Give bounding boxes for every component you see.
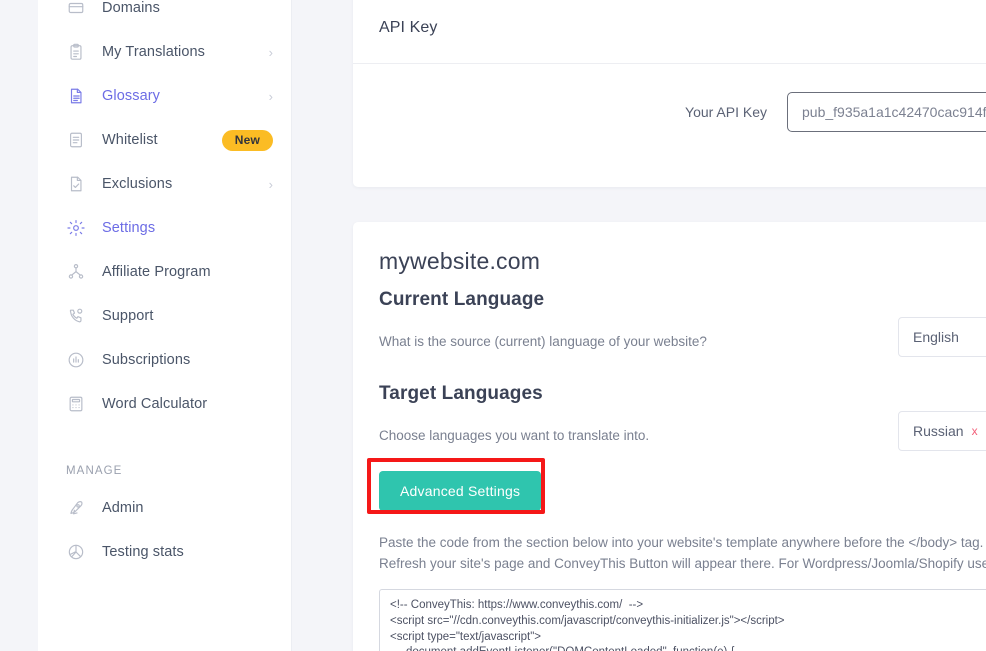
current-language-value: English bbox=[913, 329, 959, 345]
sidebar-item-label: Exclusions bbox=[102, 176, 173, 192]
sidebar-item-testing-stats[interactable]: Testing stats bbox=[38, 530, 291, 574]
sidebar-item-label: Glossary bbox=[102, 88, 161, 104]
sidebar-item-my-translations[interactable]: My Translations › bbox=[38, 30, 291, 74]
sidebar-item-label: Subscriptions bbox=[102, 352, 191, 368]
sidebar-item-label: Testing stats bbox=[102, 544, 184, 560]
target-languages-row: Choose languages you want to translate i… bbox=[379, 411, 986, 455]
new-badge: New bbox=[221, 129, 273, 151]
sidebar-item-whitelist[interactable]: Whitelist New bbox=[38, 118, 291, 162]
target-language-tag: Russian bbox=[913, 423, 964, 439]
current-language-row: What is the source (current) language of… bbox=[379, 317, 986, 361]
current-language-select[interactable]: English bbox=[898, 317, 986, 357]
document-icon bbox=[66, 86, 86, 106]
support-phone-icon bbox=[66, 306, 86, 326]
api-key-title: API Key bbox=[379, 18, 438, 36]
sidebar-item-label: Whitelist bbox=[102, 132, 158, 148]
sidebar-item-affiliate-program[interactable]: Affiliate Program bbox=[38, 250, 291, 294]
sidebar-item-label: My Translations bbox=[102, 44, 206, 60]
pie-stats-icon bbox=[66, 542, 86, 562]
doc-check-icon bbox=[66, 174, 86, 194]
sidebar-item-glossary[interactable]: Glossary › bbox=[38, 74, 291, 118]
api-key-card-body: Your API Key bbox=[353, 64, 986, 186]
rocket-icon bbox=[66, 498, 86, 518]
sidebar: Domains My Translations › Glossary › Whitelis… bbox=[38, 0, 292, 651]
website-name: mywebsite.com bbox=[379, 248, 541, 274]
current-language-heading: Current Language bbox=[379, 289, 545, 310]
paste-instructions-line1: Paste the code from the section below in… bbox=[379, 535, 984, 550]
affiliate-icon bbox=[66, 262, 86, 282]
chevron-right-icon: › bbox=[268, 176, 273, 192]
api-key-card-header: API Key bbox=[353, 0, 986, 64]
advanced-settings-wrapper: Advanced Settings bbox=[367, 458, 545, 514]
app-root: Domains My Translations › Glossary › Whitelis… bbox=[0, 0, 986, 651]
sidebar-section-manage: MANAGE bbox=[66, 465, 123, 477]
domains-icon bbox=[66, 0, 86, 18]
sidebar-item-label: Settings bbox=[102, 220, 156, 236]
left-rail bbox=[0, 0, 38, 651]
target-languages-description: Choose languages you want to translate i… bbox=[379, 427, 650, 443]
api-key-card: API Key Your API Key bbox=[353, 0, 986, 187]
gear-icon bbox=[66, 218, 86, 238]
calculator-icon bbox=[66, 394, 86, 414]
target-languages-heading: Target Languages bbox=[379, 383, 543, 404]
code-line: document.addEventListener("DOMContentLoa… bbox=[390, 645, 986, 651]
main-content: API Key Your API Key mywebsite.com Curre… bbox=[292, 0, 986, 651]
sidebar-item-support[interactable]: Support bbox=[38, 294, 291, 338]
sidebar-item-exclusions[interactable]: Exclusions › bbox=[38, 162, 291, 206]
sidebar-item-label: Support bbox=[102, 308, 154, 324]
api-key-input[interactable] bbox=[787, 92, 986, 132]
sidebar-item-subscriptions[interactable]: Subscriptions bbox=[38, 338, 291, 382]
clipboard-icon bbox=[66, 42, 86, 62]
paste-instructions: Paste the code from the section below in… bbox=[379, 533, 986, 575]
code-line: <!-- ConveyThis: https://www.conveythis.… bbox=[390, 598, 644, 611]
chevron-right-icon: › bbox=[268, 44, 273, 60]
current-language-description: What is the source (current) language of… bbox=[379, 333, 707, 349]
chevron-right-icon: › bbox=[268, 88, 273, 104]
target-languages-select[interactable]: Russian x bbox=[898, 411, 986, 451]
api-key-row: Your API Key bbox=[353, 92, 986, 132]
sidebar-item-label: Word Calculator bbox=[102, 396, 208, 412]
api-key-label: Your API Key bbox=[685, 104, 767, 120]
sidebar-item-label: Affiliate Program bbox=[102, 264, 211, 280]
chart-circle-icon bbox=[66, 350, 86, 370]
sidebar-item-settings[interactable]: Settings bbox=[38, 206, 291, 250]
code-line: <script src="//cdn.conveythis.com/javasc… bbox=[390, 614, 785, 627]
sidebar-item-admin[interactable]: Admin bbox=[38, 486, 291, 530]
sidebar-item-word-calculator[interactable]: Word Calculator bbox=[38, 382, 291, 426]
paste-instructions-line2: Refresh your site's page and ConveyThis … bbox=[379, 555, 986, 571]
sidebar-nav-list: Domains My Translations › Glossary › Whitelis… bbox=[38, 0, 291, 574]
embed-code-block[interactable]: <!-- ConveyThis: https://www.conveythis.… bbox=[379, 588, 986, 651]
sidebar-item-label: Domains bbox=[102, 0, 160, 16]
sidebar-item-domains[interactable]: Domains bbox=[38, 0, 291, 30]
code-line: <script type="text/javascript"> bbox=[390, 630, 542, 643]
advanced-settings-button[interactable]: Advanced Settings bbox=[379, 471, 542, 511]
remove-language-icon[interactable]: x bbox=[972, 424, 978, 438]
website-settings-card: mywebsite.com Current Language What is t… bbox=[353, 222, 986, 651]
sidebar-item-label: Admin bbox=[102, 500, 144, 516]
list-icon bbox=[66, 130, 86, 150]
